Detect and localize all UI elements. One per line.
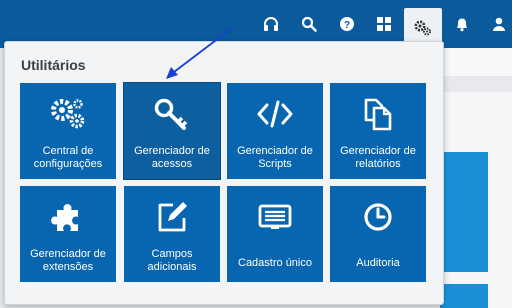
tile-label-line1: Campos: [151, 248, 193, 260]
popup-title: Utilitários: [21, 57, 86, 73]
tile-label-line2: adicionais: [147, 261, 197, 273]
bell-icon[interactable]: [444, 6, 480, 42]
tile-gerenciador-relatorios[interactable]: Gerenciador de relatórios: [330, 83, 426, 179]
tile-gerenciador-scripts[interactable]: Gerenciador de Scripts: [227, 83, 323, 179]
id-card-icon: [258, 204, 292, 229]
tile-gerenciador-acessos[interactable]: Gerenciador de acessos: [123, 82, 221, 180]
tile-label-line2: configurações: [33, 158, 103, 170]
tile-cadastro-unico[interactable]: Cadastro único: [227, 186, 323, 282]
background-blue-panel-lower: [440, 284, 488, 308]
tile-label-line1: Gerenciador de: [340, 145, 416, 157]
tile-label-line1: Gerenciador de: [237, 145, 313, 157]
tile-label-line1: Cadastro único: [238, 257, 312, 269]
edit-icon: [158, 202, 187, 232]
utilities-popup: Utilitários Central de configurações Ger…: [4, 41, 444, 305]
code-icon: [257, 100, 293, 128]
tile-central-configuracoes[interactable]: Central de configurações: [20, 83, 116, 179]
tile-campos-adicionais[interactable]: Campos adicionais: [124, 186, 220, 282]
key-icon: [154, 98, 188, 130]
user-icon[interactable]: [481, 6, 512, 42]
puzzle-icon: [51, 204, 78, 231]
tile-label-line1: Auditoria: [356, 257, 400, 269]
search-icon[interactable]: [291, 6, 327, 42]
svg-text:?: ?: [344, 20, 350, 31]
tile-gerenciador-extensoes[interactable]: Gerenciador de extensões: [20, 186, 116, 282]
help-icon[interactable]: ?: [329, 6, 365, 42]
tile-label-line2: relatórios: [355, 158, 401, 170]
background-blue-panel: [440, 152, 488, 272]
tile-label-line1: Gerenciador de: [134, 145, 210, 157]
tile-label-line2: acessos: [151, 158, 193, 170]
tile-label-line1: Central de: [42, 145, 94, 157]
grid-icon[interactable]: [366, 6, 402, 42]
headset-icon[interactable]: [253, 6, 289, 42]
tile-label-line1: Gerenciador de: [30, 248, 106, 260]
clock-icon: [364, 203, 392, 231]
tile-label-line2: extensões: [42, 261, 94, 273]
tile-label-line2: Scripts: [258, 158, 292, 170]
page-header-strip: [442, 48, 512, 76]
copy-icon: [364, 98, 392, 131]
tile-auditoria[interactable]: Auditoria: [330, 186, 426, 282]
gears-icon: [51, 99, 85, 129]
